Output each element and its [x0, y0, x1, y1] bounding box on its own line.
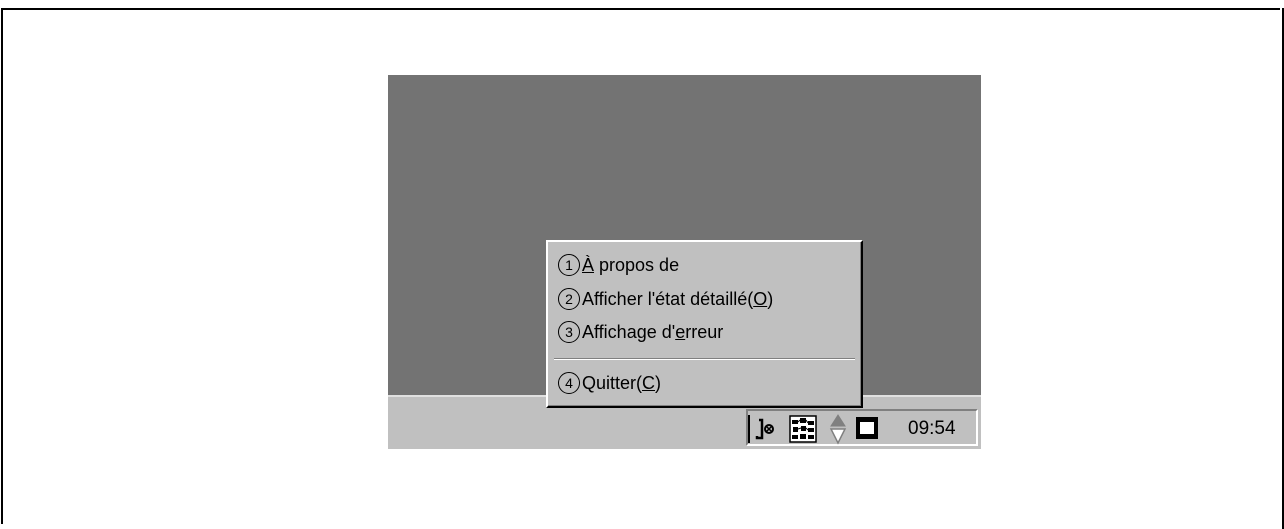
network-icon[interactable]: [788, 414, 818, 444]
menu-item-error-display[interactable]: 3 Affichage d'erreur: [558, 317, 723, 347]
callout-number: 4: [558, 372, 580, 394]
menu-item-label: À propos de: [582, 254, 680, 275]
menu-item-about[interactable]: 1 À propos de: [558, 250, 679, 280]
menu-item-show-detailed-status[interactable]: 2 Afficher l'état détaillé(O): [558, 284, 773, 314]
menu-item-label: Quitter(C): [582, 372, 662, 393]
context-menu: 1 À propos de 2 Afficher l'état détaillé…: [546, 240, 863, 408]
window-icon[interactable]: [854, 415, 880, 441]
callout-number: 3: [558, 321, 580, 343]
clock: 09:54: [908, 418, 956, 439]
menu-item-label: Affichage d'erreur: [582, 321, 724, 342]
tray-divider: [748, 415, 750, 443]
printer-status-icon[interactable]: [754, 416, 788, 442]
callout-number: 1: [558, 254, 580, 276]
menu-item-label: Afficher l'état détaillé(O): [582, 288, 774, 309]
menu-item-quit[interactable]: 4 Quitter(C): [558, 368, 661, 398]
speaker-icon[interactable]: [828, 413, 848, 445]
screenshot: 09:54 1 À propos de 2 Afficher l'état dé…: [388, 75, 981, 449]
callout-number: 2: [558, 288, 580, 310]
menu-separator: [554, 358, 855, 360]
